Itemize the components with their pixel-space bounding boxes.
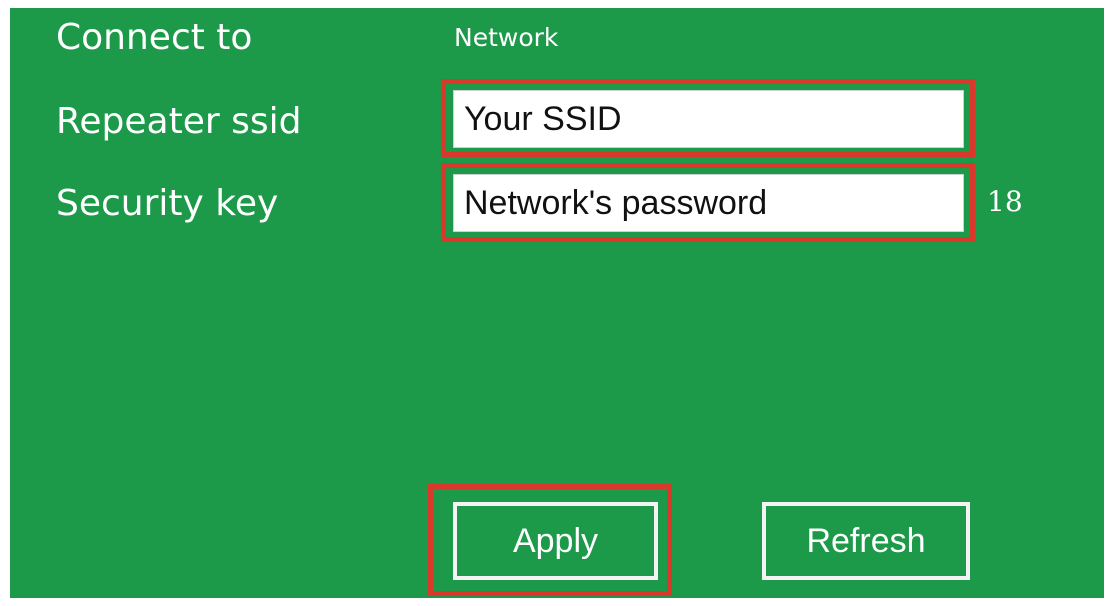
repeater-ssid-input[interactable] <box>453 90 964 148</box>
security-key-length: 18 <box>987 185 1023 218</box>
refresh-button[interactable]: Refresh <box>762 502 970 580</box>
connect-to-value: Network <box>454 23 559 52</box>
router-settings-panel: Connect to Network Repeater ssid Securit… <box>10 8 1104 598</box>
security-key-input[interactable] <box>453 174 964 232</box>
apply-button[interactable]: Apply <box>453 502 658 580</box>
connect-to-label: Connect to <box>56 17 253 58</box>
security-key-label: Security key <box>56 183 279 224</box>
repeater-ssid-label: Repeater ssid <box>56 101 302 142</box>
